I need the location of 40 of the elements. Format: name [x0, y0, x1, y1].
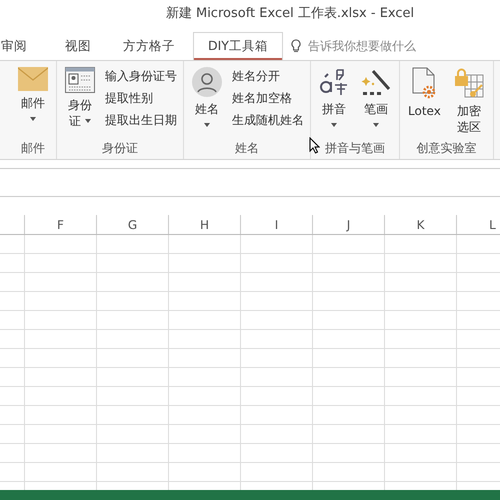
- ribbon-command[interactable]: 提取出生日期: [105, 111, 177, 129]
- group-label: 创意实验室: [416, 140, 476, 156]
- formula-bar[interactable]: [0, 168, 500, 197]
- lightbulb-icon: [290, 39, 301, 53]
- group-label: 邮件: [21, 140, 45, 156]
- column-header[interactable]: J: [313, 215, 385, 234]
- tell-me-field[interactable]: 告诉我你想要做什么: [290, 32, 430, 60]
- ribbon-command[interactable]: 提取性别: [105, 89, 177, 107]
- ribbon-command[interactable]: 生成随机姓名: [232, 111, 304, 129]
- magic-wand-icon: [361, 67, 391, 97]
- group-label: 身份证: [102, 140, 138, 156]
- ribbon-command[interactable]: 姓名加空格: [232, 89, 304, 107]
- lock-grid-icon: [452, 67, 485, 99]
- ribbon-command[interactable]: 输入身份证号: [105, 67, 177, 85]
- ribbon-button[interactable]: 身份 证: [63, 67, 97, 137]
- text-symbols-icon: [319, 67, 349, 97]
- ribbon-button[interactable]: 笔画: [359, 67, 393, 137]
- ribbon-button[interactable]: 邮件: [16, 67, 50, 137]
- window-title: 新建 Microsoft Excel 工作表.xlsx - Excel: [166, 5, 414, 22]
- ribbon-tab[interactable]: 视图: [51, 32, 105, 60]
- ribbon-command[interactable]: 姓名分开: [232, 67, 304, 85]
- ribbon-button[interactable]: 加密 选区: [450, 67, 487, 137]
- column-header[interactable]: H: [169, 215, 241, 234]
- id-card-icon: [65, 67, 95, 93]
- ribbon-tab[interactable]: DIY工具箱: [193, 32, 283, 60]
- column-header[interactable]: I: [241, 215, 313, 234]
- group-label: 姓名: [235, 140, 259, 156]
- ribbon-button[interactable]: 拼音: [317, 67, 351, 137]
- group-label: 拼音与笔画: [325, 140, 385, 156]
- ribbon-tab[interactable]: 方方格子: [109, 32, 189, 60]
- envelope-icon: [18, 67, 48, 91]
- person-icon: [192, 67, 222, 97]
- column-header[interactable]: L: [457, 215, 500, 234]
- ribbon-button[interactable]: 姓名: [190, 67, 224, 137]
- mouse-pointer-icon: [309, 137, 320, 154]
- ribbon-button[interactable]: Lotex: [406, 67, 443, 137]
- column-header[interactable]: F: [25, 215, 97, 234]
- column-header[interactable]: G: [97, 215, 169, 234]
- ribbon-tab[interactable]: 审阅: [0, 32, 41, 60]
- column-header[interactable]: K: [385, 215, 457, 234]
